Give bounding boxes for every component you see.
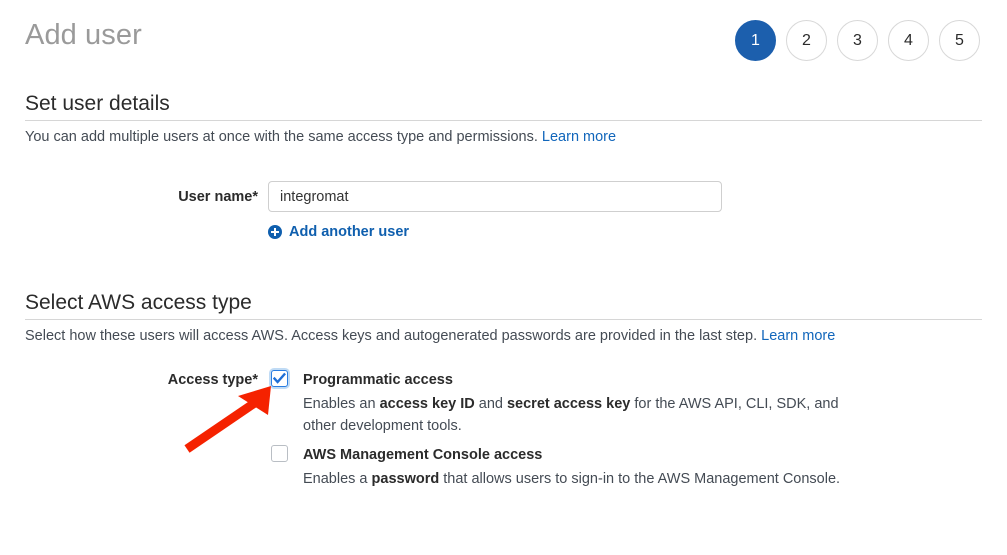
- select-access-type-heading: Select AWS access type: [25, 291, 252, 314]
- wizard-step-indicator: 1 2 3 4 5: [735, 20, 980, 61]
- console-access-desc-bold1: password: [371, 471, 440, 487]
- user-name-label: User name*: [178, 189, 258, 205]
- annotation-arrow-icon: [184, 386, 271, 453]
- page-title: Add user: [25, 19, 142, 51]
- page-header: Add user 1 2 3 4 5: [0, 0, 1007, 78]
- programmatic-access-description: Enables an access key ID and secret acce…: [303, 393, 863, 437]
- programmatic-access-desc-bold2: secret access key: [506, 396, 631, 412]
- set-user-details-divider: [25, 120, 982, 121]
- wizard-step-2-label: 2: [802, 31, 811, 49]
- select-access-type-learn-more-link[interactable]: Learn more: [761, 328, 835, 344]
- wizard-step-4[interactable]: 4: [888, 20, 929, 61]
- user-name-input[interactable]: [268, 181, 722, 212]
- set-user-details-learn-more-link[interactable]: Learn more: [542, 129, 616, 145]
- console-access-description: Enables a password that allows users to …: [303, 468, 863, 490]
- console-access-desc-part2: that allows users to sign-in to the AWS …: [439, 471, 841, 487]
- wizard-step-5-label: 5: [955, 31, 964, 49]
- checkmark-icon: [273, 372, 286, 384]
- console-access-title: AWS Management Console access: [303, 447, 543, 463]
- console-access-desc-part1: Enables a: [303, 471, 372, 487]
- wizard-step-1-label: 1: [751, 31, 760, 49]
- programmatic-access-desc-bold1: access key ID: [379, 396, 475, 412]
- set-user-details-heading: Set user details: [25, 92, 170, 115]
- programmatic-access-checkbox[interactable]: [271, 370, 288, 387]
- select-access-type-divider: [25, 319, 982, 320]
- console-access-checkbox[interactable]: [271, 445, 288, 462]
- add-another-user-button[interactable]: Add another user: [268, 224, 409, 240]
- programmatic-access-title: Programmatic access: [303, 372, 453, 388]
- programmatic-access-desc-part1: Enables an: [303, 396, 380, 412]
- plus-circle-icon: [268, 225, 282, 239]
- select-access-type-description: Select how these users will access AWS. …: [25, 327, 835, 346]
- programmatic-access-desc-part2: and: [474, 396, 507, 412]
- select-access-type-description-text: Select how these users will access AWS. …: [25, 328, 758, 344]
- set-user-details-description: You can add multiple users at once with …: [25, 128, 616, 147]
- set-user-details-description-text: You can add multiple users at once with …: [25, 129, 538, 145]
- wizard-step-4-label: 4: [904, 31, 913, 49]
- wizard-step-1[interactable]: 1: [735, 20, 776, 61]
- wizard-step-2[interactable]: 2: [786, 20, 827, 61]
- wizard-step-3[interactable]: 3: [837, 20, 878, 61]
- wizard-step-5[interactable]: 5: [939, 20, 980, 61]
- access-type-label: Access type*: [167, 372, 258, 388]
- add-another-user-label: Add another user: [289, 224, 410, 240]
- wizard-step-3-label: 3: [853, 31, 862, 49]
